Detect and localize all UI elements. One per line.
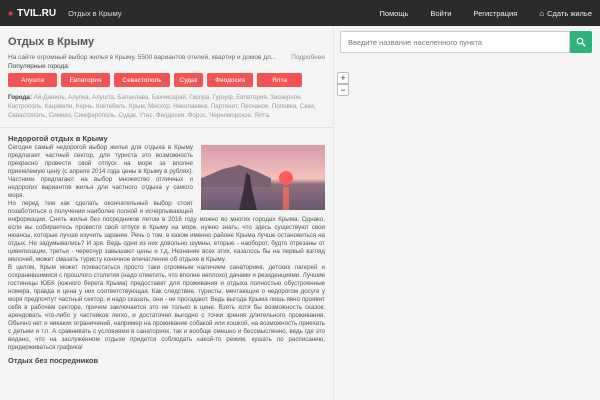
content-column: Отдых в Крыму На сайте огромный выбор жи…: [0, 26, 333, 400]
popular-cities-label: Популярные города:: [8, 63, 70, 70]
more-link[interactable]: Подробнее: [291, 54, 325, 61]
search-icon: [576, 37, 586, 47]
nav-help[interactable]: Помощь: [368, 0, 419, 26]
photo-sun-reflection: [283, 187, 289, 210]
photo-sun: [279, 171, 293, 185]
zoom-in-button[interactable]: +: [337, 72, 349, 84]
cities-list: Города: Ай-Даниль, Алупка, Алушта, Балак…: [8, 93, 325, 121]
star-icon: ★: [7, 8, 15, 18]
nav-login[interactable]: Войти: [419, 0, 462, 26]
lead-row: На сайте огромный выбор жилья в Крыму. 5…: [8, 54, 325, 61]
main-nav: Помощь Войти Регистрация ⌂ Сдать жилье: [368, 0, 600, 26]
zoom-out-button[interactable]: −: [337, 84, 349, 96]
photo-hill: [201, 165, 271, 187]
home-icon: ⌂: [539, 8, 545, 18]
page-title: Отдых в Крыму: [8, 36, 95, 48]
site-logo[interactable]: ★ TVIL.RU: [0, 8, 56, 19]
city-button[interactable]: Ялта: [257, 73, 302, 87]
map-panel[interactable]: + −: [333, 26, 600, 400]
logo-text: TVIL.RU: [17, 7, 57, 19]
nav-register[interactable]: Регистрация: [462, 0, 528, 26]
article: Недорогой отдых в Крыму Сегодня самый не…: [0, 127, 333, 371]
nav-rent-label: Сдать жилье: [547, 8, 592, 18]
city-button[interactable]: Севастополь: [114, 73, 170, 87]
article-next-heading: Отдых без посредников: [8, 356, 99, 365]
city-button[interactable]: Алушта: [8, 73, 57, 87]
lead-text: На сайте огромный выбор жилья в Крыму. 5…: [8, 54, 277, 61]
city-button[interactable]: Судак: [174, 73, 203, 87]
city-search-input[interactable]: [340, 31, 570, 53]
article-paragraph: В целом, Крым может похвастаться просто …: [8, 264, 325, 351]
crimea-sunset-photo: [201, 145, 325, 210]
search-button[interactable]: [570, 31, 592, 53]
city-button[interactable]: Евпатория: [61, 73, 110, 87]
nav-rent-out[interactable]: ⌂ Сдать жилье: [528, 0, 600, 26]
cities-label: Города:: [8, 94, 32, 101]
cities-links[interactable]: Ай-Даниль, Алупка, Алушта, Балаклава, Ба…: [8, 94, 315, 119]
top-navbar: ★ TVIL.RU Отдых в Крыму Помощь Войти Рег…: [0, 0, 600, 26]
intro-card: Отдых в Крыму На сайте огромный выбор жи…: [0, 26, 333, 121]
popular-cities-buttons: Алушта Евпатория Севастополь Судак Феодо…: [8, 73, 325, 87]
city-button[interactable]: Феодосия: [207, 73, 253, 87]
breadcrumb[interactable]: Отдых в Крыму: [68, 9, 122, 18]
article-heading: Недорогой отдых в Крыму: [8, 134, 108, 143]
